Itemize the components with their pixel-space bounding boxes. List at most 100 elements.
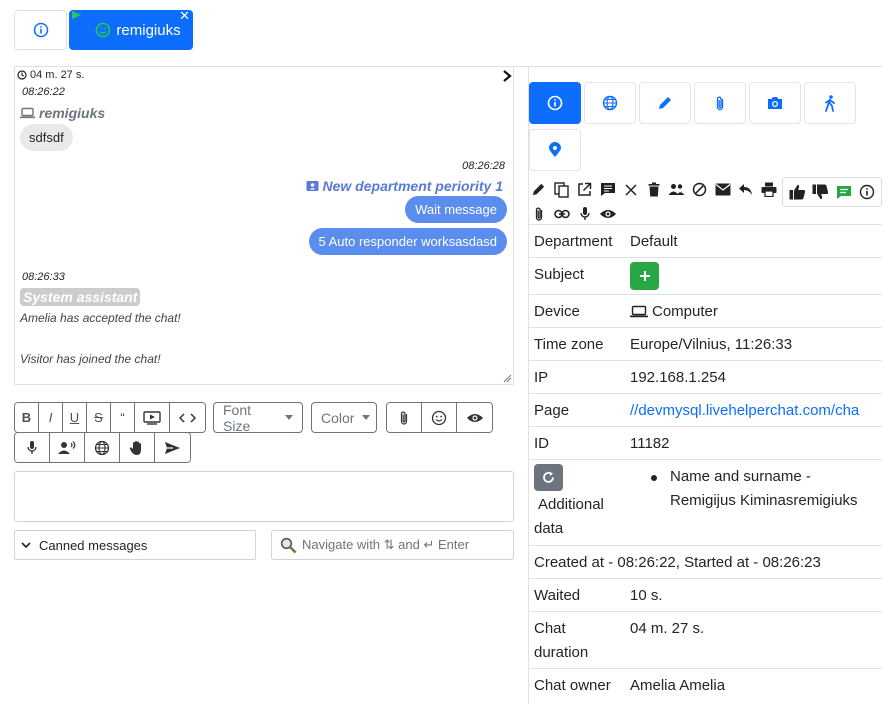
- detail-row-waited: Waited 10 s.: [529, 578, 882, 611]
- map-marker-icon: [549, 142, 561, 157]
- transcript-action[interactable]: [598, 180, 617, 199]
- color-dropdown[interactable]: Color: [311, 402, 377, 433]
- canned-search-input[interactable]: Navigate with ⇅ and ↵ Enter: [271, 530, 514, 560]
- tab-browsing[interactable]: [584, 82, 636, 124]
- tab-notes[interactable]: [639, 82, 691, 124]
- email-action[interactable]: [713, 180, 732, 199]
- open-new-window-action[interactable]: [575, 180, 594, 199]
- message-bubble: Wait message: [405, 196, 507, 223]
- message-author: New department periority 1: [306, 178, 503, 194]
- emoji-button[interactable]: [422, 403, 457, 432]
- quote-button[interactable]: “: [111, 403, 135, 432]
- copy-action[interactable]: [552, 180, 571, 199]
- messages-area[interactable]: 04 m. 27 s. 08:26:22 remigiuks sdfsdf 08…: [14, 67, 514, 385]
- underline-button[interactable]: U: [63, 403, 87, 432]
- tab-info[interactable]: [529, 82, 581, 124]
- external-link-icon: [578, 182, 592, 196]
- chat-actions-secondary: [529, 204, 617, 223]
- microphone-icon: [579, 206, 590, 220]
- close-icon: [624, 183, 637, 196]
- preview-action[interactable]: [598, 204, 617, 223]
- thumbs-down-icon: [812, 184, 829, 200]
- thumbs-down-button[interactable]: [811, 183, 830, 202]
- detail-row-additional: Additional data Name and surname - Remig…: [529, 459, 882, 545]
- info-circle-icon: [33, 22, 48, 38]
- block-action[interactable]: [690, 180, 709, 199]
- print-action[interactable]: [759, 180, 778, 199]
- reply-textarea[interactable]: [14, 471, 514, 522]
- comment-button[interactable]: [834, 183, 853, 202]
- caret-down-icon: [285, 415, 293, 420]
- copy-icon: [554, 181, 569, 198]
- walking-icon: [825, 94, 835, 112]
- translate-button[interactable]: [85, 433, 120, 462]
- edit-action[interactable]: [529, 180, 548, 199]
- attach-action[interactable]: [529, 204, 548, 223]
- action-toolbar: [14, 432, 191, 463]
- close-tab-icon[interactable]: ✕: [179, 8, 190, 24]
- delete-action[interactable]: [644, 180, 663, 199]
- detail-row-subject: Subject: [529, 257, 882, 294]
- chat-duration: 04 m. 27 s.: [17, 69, 84, 81]
- thumbs-up-button[interactable]: [788, 183, 807, 202]
- detail-row-device: Device Computer: [529, 294, 882, 327]
- send-icon: [165, 441, 180, 454]
- pencil-icon: [532, 183, 545, 196]
- speaker-person-icon: [58, 440, 76, 454]
- tab-screenshot[interactable]: [749, 82, 801, 124]
- tab-files[interactable]: [694, 82, 746, 124]
- preview-button[interactable]: [457, 403, 492, 432]
- plus-icon: [639, 271, 650, 281]
- italic-button[interactable]: I: [39, 403, 63, 432]
- hand-icon: [129, 440, 141, 455]
- detail-row-id: ID 11182: [529, 426, 882, 459]
- canned-messages-toggle[interactable]: Canned messages: [14, 530, 256, 560]
- chat-actions: [529, 180, 778, 199]
- hold-button[interactable]: [120, 433, 155, 462]
- block-icon: [692, 182, 707, 197]
- system-assistant-label: System assistant: [20, 288, 141, 306]
- attach-toolbar: [386, 402, 493, 433]
- detail-row-ip: IP 192.168.1.254: [529, 360, 882, 393]
- message-time: 08:26:28: [462, 160, 505, 172]
- message-bubble: 5 Auto responder worksasdasd: [308, 228, 507, 255]
- chevron-down-icon: [21, 542, 31, 549]
- speech-button[interactable]: [50, 433, 85, 462]
- transfer-action[interactable]: [667, 180, 686, 199]
- link-action[interactable]: [552, 204, 571, 223]
- detail-row-created: Created at - 08:26:22, Started at - 08:2…: [529, 545, 882, 578]
- info-tab[interactable]: [14, 10, 67, 50]
- close-chat-action[interactable]: [621, 180, 640, 199]
- contact-card-icon: [306, 181, 318, 191]
- detail-row-duration: Chat duration 04 m. 27 s.: [529, 611, 882, 668]
- system-message: Visitor has joined the chat!: [20, 352, 161, 366]
- video-button[interactable]: [135, 403, 170, 432]
- attach-file-button[interactable]: [387, 403, 422, 432]
- tab-location[interactable]: [529, 129, 581, 171]
- laptop-icon: [20, 107, 35, 119]
- code-icon: [179, 412, 196, 423]
- voice-action[interactable]: [575, 204, 594, 223]
- code-button[interactable]: [170, 403, 205, 432]
- bold-button[interactable]: B: [15, 403, 39, 432]
- chevron-right-icon[interactable]: [501, 69, 513, 83]
- resize-handle-icon[interactable]: [503, 374, 512, 383]
- chat-tab-remigiuks[interactable]: remigiuks ✕: [69, 8, 193, 50]
- tab-activity[interactable]: [804, 82, 856, 124]
- strikethrough-button[interactable]: S: [87, 403, 111, 432]
- voice-button[interactable]: [15, 433, 50, 462]
- page-link[interactable]: //devmysql.livehelperchat.com/cha: [630, 402, 859, 419]
- add-subject-button[interactable]: [630, 262, 659, 290]
- system-message: Amelia has accepted the chat!: [20, 311, 181, 325]
- message-bubble: sdfsdf: [20, 124, 73, 151]
- info-button[interactable]: [857, 183, 876, 202]
- paperclip-icon: [535, 207, 542, 221]
- detail-row-page: Page //devmysql.livehelperchat.com/cha: [529, 393, 882, 426]
- send-button[interactable]: [155, 433, 190, 462]
- info-circle-icon: [547, 95, 563, 111]
- refresh-button[interactable]: [534, 464, 563, 491]
- users-icon: [668, 184, 685, 195]
- search-icon: [280, 537, 297, 553]
- font-size-dropdown[interactable]: Font Size: [213, 402, 303, 434]
- reply-action[interactable]: [736, 180, 755, 199]
